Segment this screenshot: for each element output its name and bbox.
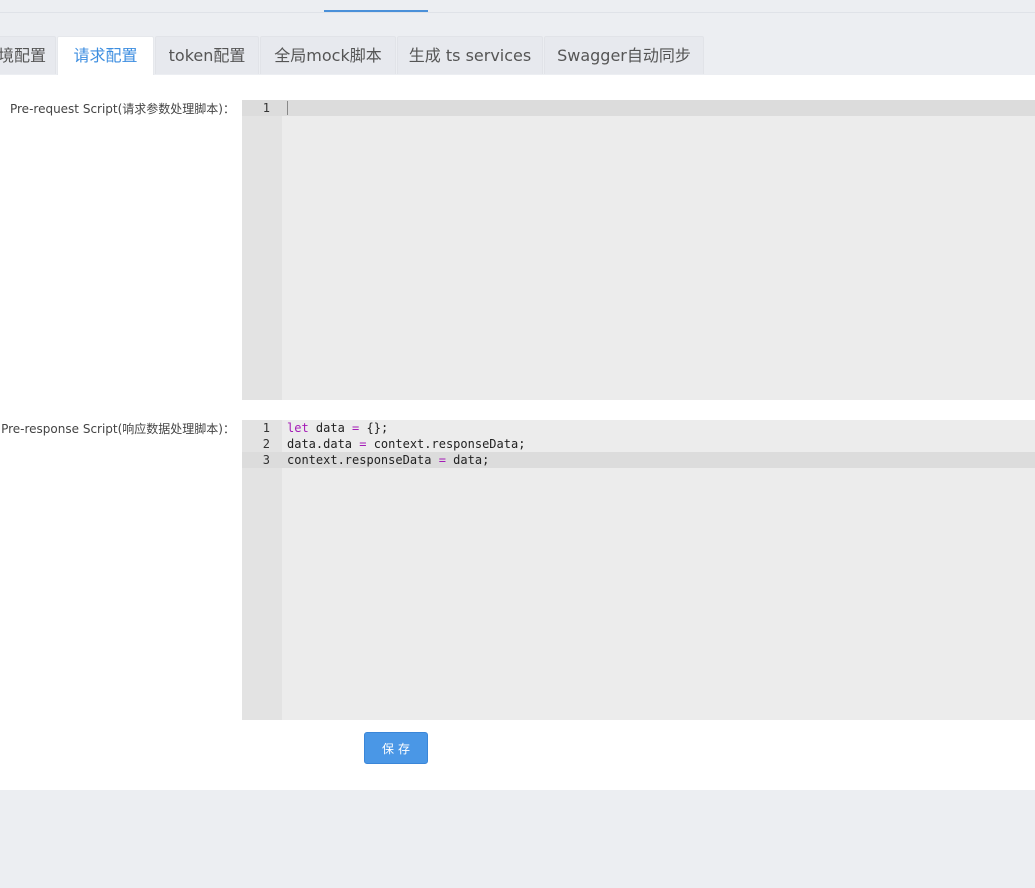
code-text: context.responseData = data; (287, 452, 489, 468)
identifier-token: context.responseData (287, 453, 439, 467)
code-line[interactable]: 3 context.responseData = data; (242, 452, 1035, 468)
line-number-gutter (242, 100, 282, 400)
top-nav-bar (0, 0, 1035, 13)
tab-environment-config[interactable]: 境配置 (0, 36, 56, 74)
identifier-token: data (308, 421, 353, 435)
rest-token: context.responseData; (366, 437, 526, 451)
tab-swagger-auto-sync[interactable]: Swagger自动同步 (544, 36, 704, 74)
line-number: 1 (262, 421, 270, 435)
rest-token: data; (445, 453, 490, 467)
code-line[interactable]: 2 data.data = context.responseData; (242, 436, 1035, 452)
tab-token-config[interactable]: token配置 (155, 36, 259, 74)
settings-tabs: 境配置 请求配置 token配置 全局mock脚本 生成 ts services… (0, 36, 1035, 75)
code-text: let data = {}; (287, 420, 388, 436)
code-text: data.data = context.responseData; (287, 436, 525, 452)
tab-generate-ts-services[interactable]: 生成 ts services (397, 36, 543, 74)
save-button[interactable]: 保存 (364, 732, 428, 764)
pre-response-script-label: Pre-response Script(响应数据处理脚本)： (1, 422, 235, 436)
pre-response-script-editor[interactable]: 1 let data = {}; 2 data.data = context.r… (242, 420, 1035, 720)
rest-token: {}; (359, 421, 389, 435)
line-number: 2 (262, 437, 270, 451)
tab-global-mock-script[interactable]: 全局mock脚本 (260, 36, 396, 74)
pre-request-script-label: Pre-request Script(请求参数处理脚本)： (9, 102, 235, 116)
top-nav-active-indicator (324, 10, 428, 12)
line-number: 3 (262, 453, 270, 467)
tab-request-config[interactable]: 请求配置 (57, 36, 154, 75)
keyword-token: let (287, 421, 309, 435)
pre-request-script-editor[interactable]: 1 (242, 100, 1035, 400)
identifier-token: data.data (287, 437, 360, 451)
code-line[interactable]: 1 let data = {}; (242, 420, 1035, 436)
code-line[interactable]: 1 (242, 100, 1035, 116)
operator-token: = (438, 453, 446, 467)
line-number: 1 (262, 101, 270, 115)
text-cursor (287, 101, 288, 115)
